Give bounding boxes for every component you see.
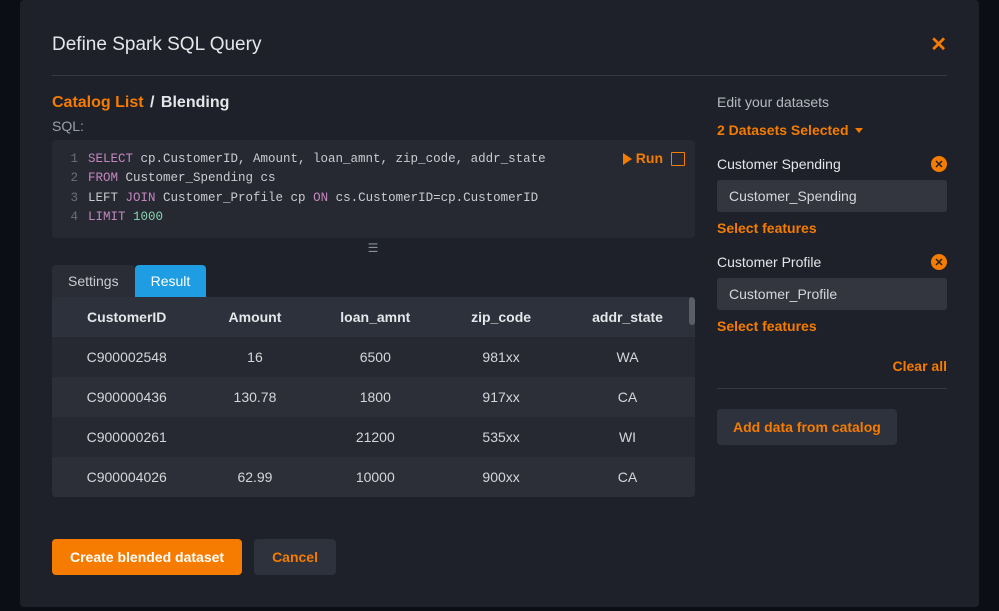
datasets-selected-toggle[interactable]: 2 Datasets Selected	[717, 122, 863, 138]
table-row[interactable]: C900002548 16 6500 981xx WA	[52, 337, 695, 377]
tab-bar: Settings Result	[52, 265, 695, 297]
datasets-selected-label: 2 Datasets Selected	[717, 122, 849, 138]
sql-label: SQL:	[52, 118, 695, 134]
keyword-limit: LIMIT	[88, 210, 126, 224]
keyword-on: ON	[313, 191, 328, 205]
remove-dataset-icon[interactable]: ✕	[931, 156, 947, 172]
table-header: CustomerID Amount loan_amnt zip_code add…	[52, 297, 695, 337]
add-data-from-catalog-button[interactable]: Add data from catalog	[717, 409, 897, 445]
run-button[interactable]: Run	[623, 148, 663, 170]
cell: 900xx	[442, 457, 560, 497]
expand-icon[interactable]	[671, 152, 685, 166]
cell: 62.99	[201, 457, 308, 497]
footer-actions: Create blended dataset Cancel	[52, 539, 695, 575]
edit-datasets-label: Edit your datasets	[717, 94, 947, 110]
dataset-title: Customer Profile	[717, 254, 821, 270]
dataset-chip[interactable]: Customer_Profile	[717, 278, 947, 310]
cancel-button[interactable]: Cancel	[254, 539, 336, 575]
code-text: Customer_Spending cs	[118, 171, 276, 185]
code-text: Customer_Profile cp	[156, 191, 314, 205]
dataset-block: Customer Spending ✕ Customer_Spending Se…	[717, 156, 947, 236]
code-text: cp.CustomerID, Amount, loan_amnt, zip_co…	[133, 152, 546, 166]
body-columns: Catalog List / Blending SQL: 1 2 3 4 SEL…	[52, 94, 947, 575]
result-table: CustomerID Amount loan_amnt zip_code add…	[52, 297, 695, 497]
modal-title: Define Spark SQL Query	[52, 34, 261, 56]
col-header[interactable]: loan_amnt	[308, 297, 442, 337]
clear-all-link[interactable]: Clear all	[717, 352, 947, 389]
line-number: 2	[52, 169, 78, 188]
table-row[interactable]: C900004026 62.99 10000 900xx CA	[52, 457, 695, 497]
define-query-modal: Define Spark SQL Query ✕ Catalog List / …	[20, 0, 979, 607]
right-column: Edit your datasets 2 Datasets Selected C…	[717, 94, 947, 575]
breadcrumb-current: Blending	[161, 94, 229, 111]
table-row[interactable]: C900000436 130.78 1800 917xx CA	[52, 377, 695, 417]
tab-result[interactable]: Result	[135, 265, 207, 297]
col-header[interactable]: Amount	[201, 297, 308, 337]
tab-settings[interactable]: Settings	[52, 265, 135, 297]
cell: C900002548	[52, 337, 201, 377]
resize-handle-icon[interactable]: ☰	[52, 238, 695, 265]
scrollbar-thumb[interactable]	[689, 297, 695, 325]
cell	[201, 417, 308, 457]
line-number: 1	[52, 150, 78, 169]
cell: C900000436	[52, 377, 201, 417]
cell: C900000261	[52, 417, 201, 457]
modal-header: Define Spark SQL Query ✕	[52, 32, 947, 76]
cell: C900004026	[52, 457, 201, 497]
cell: CA	[560, 377, 695, 417]
create-blended-dataset-button[interactable]: Create blended dataset	[52, 539, 242, 575]
cell: WA	[560, 337, 695, 377]
cell: 981xx	[442, 337, 560, 377]
keyword-join: JOIN	[126, 191, 156, 205]
result-table-wrap: CustomerID Amount loan_amnt zip_code add…	[52, 297, 695, 497]
keyword-select: SELECT	[88, 152, 133, 166]
select-features-link[interactable]: Select features	[717, 220, 947, 236]
table-body: C900002548 16 6500 981xx WA C900000436 1…	[52, 337, 695, 497]
play-icon	[623, 153, 632, 165]
dataset-chip[interactable]: Customer_Spending	[717, 180, 947, 212]
cell: WI	[560, 417, 695, 457]
editor-code[interactable]: SELECT cp.CustomerID, Amount, loan_amnt,…	[88, 150, 695, 228]
dataset-title: Customer Spending	[717, 156, 841, 172]
cell: 1800	[308, 377, 442, 417]
close-icon[interactable]: ✕	[930, 32, 947, 57]
cell: 10000	[308, 457, 442, 497]
editor-toolbar: Run	[623, 148, 685, 170]
keyword-from: FROM	[88, 171, 118, 185]
col-header[interactable]: CustomerID	[52, 297, 201, 337]
code-text: LEFT	[88, 191, 126, 205]
breadcrumb: Catalog List / Blending	[52, 94, 695, 112]
col-header[interactable]: zip_code	[442, 297, 560, 337]
remove-dataset-icon[interactable]: ✕	[931, 254, 947, 270]
breadcrumb-root[interactable]: Catalog List	[52, 94, 144, 111]
code-literal: 1000	[126, 210, 164, 224]
dataset-block: Customer Profile ✕ Customer_Profile Sele…	[717, 254, 947, 334]
cell: 130.78	[201, 377, 308, 417]
sql-editor[interactable]: 1 2 3 4 SELECT cp.CustomerID, Amount, lo…	[52, 140, 695, 238]
line-number: 4	[52, 208, 78, 227]
run-label: Run	[636, 148, 663, 170]
cell: 535xx	[442, 417, 560, 457]
cell: 21200	[308, 417, 442, 457]
code-text: cs.CustomerID=cp.CustomerID	[328, 191, 538, 205]
cell: 16	[201, 337, 308, 377]
left-column: Catalog List / Blending SQL: 1 2 3 4 SEL…	[52, 94, 695, 575]
cell: 6500	[308, 337, 442, 377]
select-features-link[interactable]: Select features	[717, 318, 947, 334]
cell: 917xx	[442, 377, 560, 417]
breadcrumb-separator: /	[148, 94, 156, 111]
editor-gutter: 1 2 3 4	[52, 150, 88, 228]
line-number: 3	[52, 189, 78, 208]
table-row[interactable]: C900000261 21200 535xx WI	[52, 417, 695, 457]
chevron-down-icon	[855, 128, 863, 133]
col-header[interactable]: addr_state	[560, 297, 695, 337]
cell: CA	[560, 457, 695, 497]
